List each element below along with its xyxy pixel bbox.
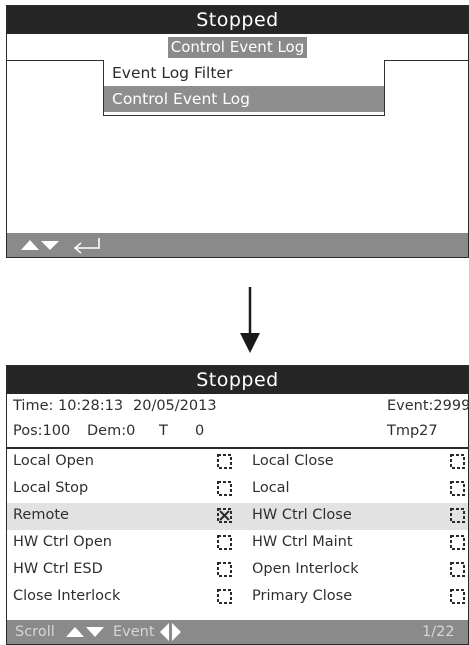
footer-bar: Scroll Event 1/22: [7, 620, 468, 644]
tmp-text: Tmp27: [387, 423, 438, 439]
flag-label: Local Stop: [13, 480, 89, 496]
flag-label: Local Close: [252, 453, 334, 469]
flag-checkbox[interactable]: [217, 562, 232, 577]
flag-row: Local Stop Local: [7, 476, 468, 503]
event-flags-grid: Local Open Local Close Local Stop Local Remo…: [7, 449, 468, 611]
flag-checkbox[interactable]: [217, 454, 232, 469]
dropdown-menu: Event Log Filter Control Event Log: [103, 60, 385, 116]
date-text: 20/05/2013: [133, 398, 217, 414]
menu-item-control-event-log[interactable]: Control Event Log: [104, 86, 384, 112]
flag-label: HW Ctrl ESD: [13, 561, 103, 577]
flag-label: Local: [252, 480, 290, 496]
flag-row: HW Ctrl Open HW Ctrl Maint: [7, 530, 468, 557]
transition-arrow-icon: [240, 287, 260, 353]
flag-row: Close Interlock Primary Close: [7, 584, 468, 611]
flag-label: Primary Close: [252, 588, 353, 604]
flag-checkbox[interactable]: [217, 535, 232, 550]
t-label: T: [159, 423, 168, 439]
flag-row: Local Open Local Close: [7, 449, 468, 476]
flag-checkbox[interactable]: [450, 535, 465, 550]
down-arrow-icon[interactable]: [86, 627, 104, 637]
control-event-log-screen: Stopped Time: 10:28:13 20/05/2013 Event:…: [6, 365, 469, 645]
flag-row: HW Ctrl ESD Open Interlock: [7, 557, 468, 584]
menu-header: Control Event Log: [7, 34, 468, 61]
flag-checkbox[interactable]: [217, 589, 232, 604]
scroll-label: Scroll: [15, 624, 55, 640]
flag-label: HW Ctrl Close: [252, 507, 352, 523]
flag-checkbox[interactable]: [217, 481, 232, 496]
page-indicator: 1/22: [422, 624, 455, 640]
event-info-row: Time: 10:28:13 20/05/2013 Event:2999: [7, 394, 469, 419]
flag-checkbox[interactable]: [450, 562, 465, 577]
event-number: Event:2999: [387, 398, 469, 414]
flag-checkbox[interactable]: [450, 454, 465, 469]
flag-checkbox[interactable]: [450, 481, 465, 496]
menu-item-event-log-filter[interactable]: Event Log Filter: [104, 60, 384, 86]
event-log-menu-screen: Stopped Control Event Log Event Log Filt…: [6, 5, 469, 258]
time-text: Time: 10:28:13: [13, 398, 124, 414]
up-arrow-icon[interactable]: [66, 627, 84, 637]
flag-label: Close Interlock: [13, 588, 121, 604]
flag-label: Open Interlock: [252, 561, 359, 577]
menu-header-label: Control Event Log: [167, 37, 308, 58]
flag-checkbox[interactable]: [217, 508, 232, 523]
flag-label: Local Open: [13, 453, 94, 469]
flag-label: Remote: [13, 507, 69, 523]
footer-bar: [7, 233, 468, 257]
dem-text: Dem:0: [87, 423, 136, 439]
t-value: 0: [195, 423, 205, 439]
up-arrow-icon[interactable]: [21, 240, 39, 250]
event-label: Event: [113, 624, 155, 640]
down-arrow-icon[interactable]: [41, 241, 59, 250]
status-title: Stopped: [7, 6, 468, 34]
position-info-row: Pos:100 Dem:0 T 0 Tmp27: [7, 419, 468, 444]
enter-return-icon[interactable]: [73, 238, 100, 254]
flag-checkbox[interactable]: [450, 589, 465, 604]
flag-checkbox[interactable]: [450, 508, 465, 523]
status-title: Stopped: [7, 366, 468, 394]
flag-row: Remote HW Ctrl Close: [7, 503, 468, 530]
right-arrow-icon[interactable]: [172, 623, 181, 641]
left-arrow-icon[interactable]: [160, 623, 169, 641]
pos-text: Pos:100: [13, 423, 71, 439]
flag-label: HW Ctrl Maint: [252, 534, 353, 550]
flag-label: HW Ctrl Open: [13, 534, 112, 550]
